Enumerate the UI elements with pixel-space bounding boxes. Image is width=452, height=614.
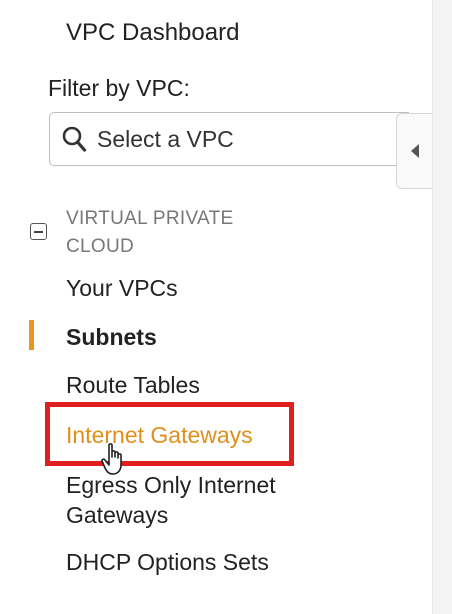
vpc-dashboard-link[interactable]: VPC Dashboard xyxy=(66,19,239,47)
minus-square-icon[interactable] xyxy=(30,223,47,240)
active-item-indicator xyxy=(29,320,34,350)
collapse-sidebar-button[interactable] xyxy=(396,113,432,189)
section-title-virtual-private-cloud: VIRTUAL PRIVATE CLOUD xyxy=(66,208,234,257)
nav-item-egress-only-internet-gateways[interactable]: Egress Only Internet Gateways xyxy=(66,470,316,530)
nav-item-route-tables[interactable]: Route Tables xyxy=(66,370,200,400)
nav-item-dhcp-options-sets[interactable]: DHCP Options Sets xyxy=(66,547,269,577)
vpc-filter-select-value: Select a VPC xyxy=(97,125,234,152)
vpc-sidebar: VPC Dashboard Filter by VPC: Select a VP… xyxy=(0,0,432,614)
caret-left-icon xyxy=(409,143,421,159)
search-icon xyxy=(61,125,87,153)
nav-item-subnets[interactable]: Subnets xyxy=(66,322,157,352)
nav-item-your-vpcs[interactable]: Your VPCs xyxy=(66,273,178,303)
vpc-console-frame: VPC Dashboard Filter by VPC: Select a VP… xyxy=(0,0,452,614)
filter-by-vpc-label: Filter by VPC: xyxy=(48,75,190,101)
highlight-box xyxy=(45,402,294,466)
hand-pointer-icon xyxy=(100,442,132,478)
content-panel-edge xyxy=(432,0,452,614)
vpc-filter-select[interactable]: Select a VPC xyxy=(49,112,409,166)
